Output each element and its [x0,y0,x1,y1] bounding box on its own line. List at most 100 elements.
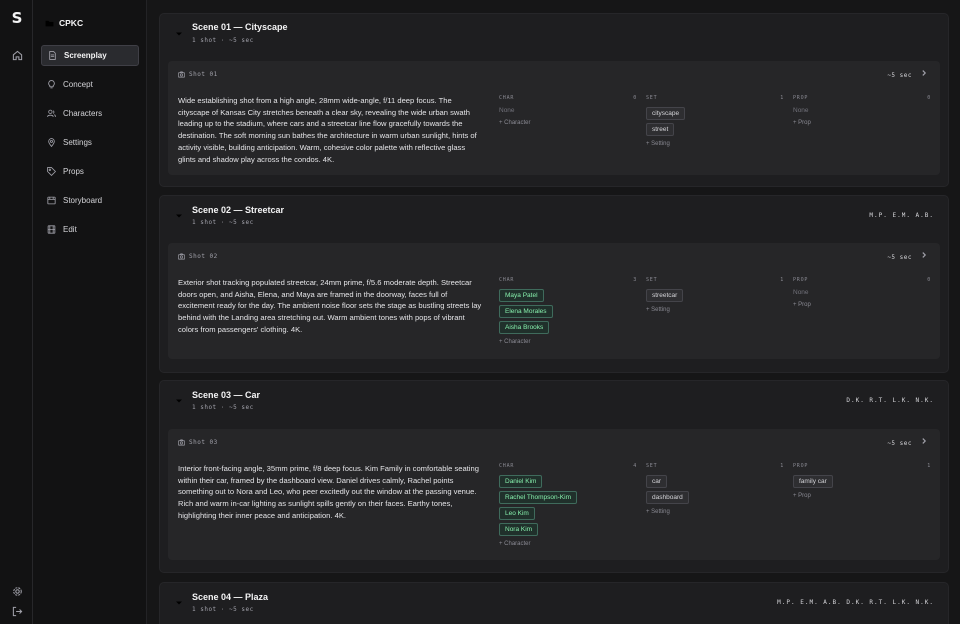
home-icon[interactable] [9,47,25,63]
nav-settings[interactable]: Settings [41,132,139,153]
sidebar: CPKC Screenplay Concept Characters Setti… [33,0,147,624]
scene-title[interactable]: Scene 01 — Cityscape [192,22,288,32]
scene-meta: 1 shot · ~5 sec [192,37,254,44]
chevron-right-icon[interactable] [920,251,928,259]
shot-card: Shot 03 ~5 sec Interior front-facing ang… [168,429,940,560]
users-icon [47,109,56,118]
char-column: CHAR 3 Maya Patel Elena Morales Aisha Bro… [499,277,637,345]
shot-duration: ~5 sec [887,254,912,261]
chevron-down-icon[interactable] [174,396,184,406]
empty-label: None [499,107,515,114]
project-name: CPKC [59,18,84,28]
character-chip[interactable]: Aisha Brooks [499,321,550,334]
char-column: CHAR 0 None + Character [499,95,637,126]
nav-label: Edit [63,225,77,234]
shot-duration: ~5 sec [887,440,912,447]
set-column: SET 1 car dashboard + Setting [646,463,784,515]
col-head-char: CHAR [499,95,515,101]
char-count: 0 [633,95,637,101]
prop-count: 0 [927,277,931,283]
add-prop-button[interactable]: + Prop [793,120,931,126]
shot-card: Shot 01 ~5 sec Wide establishing shot fr… [168,61,940,175]
scene-meta: 1 shot · ~5 sec [192,404,254,411]
col-head-char: CHAR [499,277,515,283]
film-icon [47,196,56,205]
add-character-button[interactable]: + Character [499,120,637,126]
add-setting-button[interactable]: + Setting [646,509,784,515]
set-chip[interactable]: streetcar [646,289,684,302]
char-column: CHAR 4 Daniel Kim Rachel Thompson-Kim Leo… [499,463,637,547]
add-setting-button[interactable]: + Setting [646,307,784,313]
col-head-char: CHAR [499,463,515,469]
nav-label: Concept [63,80,93,89]
prop-column: PROP 1 family car + Prop [793,463,931,499]
prop-chip[interactable]: family car [793,475,833,488]
set-chip[interactable]: car [646,475,668,488]
prop-count: 1 [927,463,931,469]
project-header[interactable]: CPKC [45,18,83,28]
chevron-down-icon[interactable] [174,211,184,221]
document-icon [49,51,56,60]
chevron-down-icon[interactable] [174,29,184,39]
shot-card: Shot 02 ~5 sec Exterior shot tracking po… [168,243,940,359]
shot-description[interactable]: Interior front-facing angle, 35mm prime,… [178,463,482,522]
col-head-set: SET [646,463,658,469]
scene-characters: D.K. R.T. L.K. N.K. [846,397,934,404]
add-character-button[interactable]: + Character [499,541,637,547]
prop-column: PROP 0 None + Prop [793,277,931,308]
camera-icon [178,253,185,260]
add-character-button[interactable]: + Character [499,339,637,345]
char-count: 3 [633,277,637,283]
scene-meta: 1 shot · ~5 sec [192,219,254,226]
set-chip[interactable]: cityscape [646,107,686,120]
prop-column: PROP 0 None + Prop [793,95,931,126]
character-chip[interactable]: Rachel Thompson-Kim [499,491,577,504]
shot-description[interactable]: Wide establishing shot from a high angle… [178,95,482,165]
set-count: 1 [780,463,784,469]
nav-characters[interactable]: Characters [41,103,139,124]
scene-card: Scene 02 — Streetcar 1 shot · ~5 sec M.P… [159,195,949,373]
chevron-right-icon[interactable] [920,69,928,77]
scene-meta: 1 shot · ~5 sec [192,606,254,613]
nav-concept[interactable]: Concept [41,74,139,95]
char-count: 4 [633,463,637,469]
empty-label: None [793,107,809,114]
shot-description[interactable]: Exterior shot tracking populated streetc… [178,277,482,336]
shot-label: Shot 03 [178,439,218,446]
chevron-right-icon[interactable] [920,437,928,445]
character-chip[interactable]: Daniel Kim [499,475,543,488]
set-chip[interactable]: dashboard [646,491,689,504]
logout-icon[interactable] [9,603,25,619]
folder-icon [45,20,54,26]
character-chip[interactable]: Maya Patel [499,289,544,302]
scene-card: Scene 03 — Car 1 shot · ~5 sec D.K. R.T.… [159,380,949,573]
shot-duration: ~5 sec [887,72,912,79]
nav-storyboard[interactable]: Storyboard [41,190,139,211]
nav-edit[interactable]: Edit [41,219,139,240]
col-head-prop: PROP [793,277,809,283]
scene-card: Scene 01 — Cityscape 1 shot · ~5 sec Sho… [159,13,949,187]
scene-title[interactable]: Scene 03 — Car [192,390,260,400]
scene-card: Scene 04 — Plaza 1 shot · ~5 sec M.P. E.… [159,582,949,624]
character-chip[interactable]: Elena Morales [499,305,553,318]
scene-characters: M.P. E.M. A.B. [869,212,934,219]
set-chip[interactable]: street [646,123,675,136]
character-chip[interactable]: Nora Kim [499,523,539,536]
character-chip[interactable]: Leo Kim [499,507,535,520]
chevron-down-icon[interactable] [174,598,184,608]
empty-label: None [793,289,809,296]
add-prop-button[interactable]: + Prop [793,302,931,308]
nav-screenplay[interactable]: Screenplay [41,45,139,66]
col-head-prop: PROP [793,463,809,469]
add-prop-button[interactable]: + Prop [793,493,931,499]
screenplay-main: Scene 01 — Cityscape 1 shot · ~5 sec Sho… [147,0,960,624]
gear-icon[interactable] [9,583,25,599]
icon-rail: S [0,0,33,624]
set-column: SET 1 streetcar + Setting [646,277,784,313]
add-setting-button[interactable]: + Setting [646,141,784,147]
scene-title[interactable]: Scene 02 — Streetcar [192,205,284,215]
nav-props[interactable]: Props [41,161,139,182]
scene-title[interactable]: Scene 04 — Plaza [192,592,268,602]
prop-count: 0 [927,95,931,101]
app-logo[interactable]: S [9,10,25,26]
